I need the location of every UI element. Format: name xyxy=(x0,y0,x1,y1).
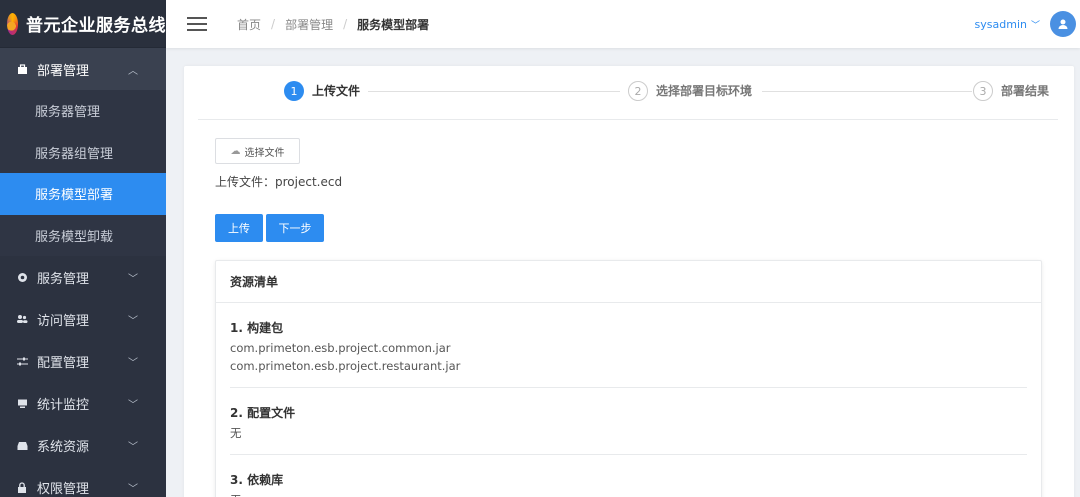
chevron-down-icon: ﹀ xyxy=(128,273,138,285)
step-2-number: 2 xyxy=(628,81,648,101)
briefcase-icon xyxy=(16,63,28,75)
resource-list-title: 资源清单 xyxy=(216,261,1041,303)
logo-icon xyxy=(7,12,18,35)
resource-section-title: 3. 依赖库 xyxy=(230,473,284,487)
monitor-icon xyxy=(16,398,28,409)
breadcrumb-current: 服务模型部署 xyxy=(357,17,430,32)
lock-icon xyxy=(16,481,28,493)
step-1-number: 1 xyxy=(284,81,304,101)
upload-button[interactable]: 上传 xyxy=(215,214,263,242)
top-header: 首页 / 部署管理 / 服务模型部署 sysadmin ﹀ xyxy=(166,0,1080,48)
next-step-button[interactable]: 下一步 xyxy=(266,214,324,242)
circle-icon xyxy=(16,272,28,283)
sliders-icon xyxy=(16,356,28,367)
resource-item: 无 xyxy=(230,491,1027,497)
user-name[interactable]: sysadmin xyxy=(975,18,1027,31)
chevron-down-icon: ﹀ xyxy=(128,399,138,411)
chevron-up-icon: ︿ xyxy=(128,65,138,77)
avatar[interactable] xyxy=(1050,11,1076,37)
step-3-title: 部署结果 xyxy=(1001,84,1050,98)
chevron-down-icon: ﹀ xyxy=(128,315,138,327)
sidebar-group-service[interactable]: 服务管理 ﹀ xyxy=(0,256,166,298)
breadcrumb-separator: / xyxy=(343,17,348,31)
resource-section-build: 1. 构建包 com.primeton.esb.project.common.j… xyxy=(230,303,1027,388)
sidebar-group-label: 部署管理 xyxy=(37,63,90,79)
sidebar-group-permission[interactable]: 权限管理 ﹀ xyxy=(0,466,166,497)
sidebar-group-label: 系统资源 xyxy=(37,439,90,455)
resource-section-title: 2. 配置文件 xyxy=(230,406,296,420)
sidebar-item-server-group-manage[interactable]: 服务器组管理 xyxy=(0,131,166,173)
resource-item: com.primeton.esb.project.common.jar xyxy=(230,341,451,355)
step-3-number: 3 xyxy=(973,81,993,101)
resource-list-panel: 资源清单 1. 构建包 com.primeton.esb.project.com… xyxy=(215,260,1042,497)
chevron-down-icon: ﹀ xyxy=(128,441,138,453)
breadcrumb-home[interactable]: 首页 xyxy=(237,16,261,33)
choose-file-label: 选择文件 xyxy=(244,147,285,159)
user-icon xyxy=(1058,19,1068,29)
step-connector xyxy=(762,91,972,92)
menu-toggle-icon[interactable] xyxy=(187,13,207,35)
step-1-title: 上传文件 xyxy=(312,84,361,98)
resource-item: com.primeton.esb.project.restaurant.jar xyxy=(230,359,461,373)
sidebar-item-model-undeploy[interactable]: 服务模型卸载 xyxy=(0,214,166,256)
resource-item: 无 xyxy=(230,426,242,440)
sidebar-group-deploy[interactable]: 部署管理 ︿ xyxy=(0,48,166,90)
drive-icon xyxy=(16,440,28,451)
breadcrumb-separator: / xyxy=(271,17,276,31)
sidebar-group-label: 权限管理 xyxy=(37,481,90,497)
users-icon xyxy=(16,314,28,324)
brand[interactable]: 普元企业服务总线 xyxy=(0,0,166,48)
sidebar-item-model-deploy[interactable]: 服务模型部署 xyxy=(0,173,166,215)
uploaded-file-info: 上传文件：project.ecd xyxy=(215,175,343,189)
sidebar-group-config[interactable]: 配置管理 ﹀ xyxy=(0,340,166,382)
step-connector xyxy=(368,91,620,92)
sidebar: 普元企业服务总线 部署管理 ︿ 服务器管理 服务器组管理 服务模型部署 服务模型… xyxy=(0,0,166,497)
sidebar-group-label: 统计监控 xyxy=(37,397,90,413)
sidebar-group-label: 访问管理 xyxy=(37,313,90,329)
chevron-down-icon: ﹀ xyxy=(128,357,138,369)
main-card: 1 上传文件 2 选择部署目标环境 3 部署结果 ☁ 选择文件 上传文件：pro… xyxy=(184,66,1074,497)
chevron-down-icon[interactable]: ﹀ xyxy=(1031,18,1040,31)
user-menu[interactable]: sysadmin ﹀ xyxy=(975,11,1076,37)
resource-section-title: 1. 构建包 xyxy=(230,321,284,335)
sidebar-item-server-manage[interactable]: 服务器管理 xyxy=(0,90,166,132)
sidebar-group-label: 服务管理 xyxy=(37,271,90,287)
sidebar-group-monitor[interactable]: 统计监控 ﹀ xyxy=(0,382,166,424)
resource-section-config: 2. 配置文件 无 xyxy=(230,388,1027,455)
cloud-upload-icon: ☁ xyxy=(230,145,241,157)
sidebar-group-resource[interactable]: 系统资源 ﹀ xyxy=(0,424,166,466)
steps-bar: 1 上传文件 2 选择部署目标环境 3 部署结果 xyxy=(198,66,1058,120)
sidebar-group-access[interactable]: 访问管理 ﹀ xyxy=(0,298,166,340)
sidebar-group-label: 配置管理 xyxy=(37,355,90,371)
breadcrumb-deploy[interactable]: 部署管理 xyxy=(285,16,333,33)
choose-file-button[interactable]: ☁ 选择文件 xyxy=(215,138,300,164)
resource-section-deps: 3. 依赖库 无 xyxy=(230,455,1027,497)
step-2-title: 选择部署目标环境 xyxy=(656,84,753,98)
brand-title: 普元企业服务总线 xyxy=(26,16,166,36)
chevron-down-icon: ﹀ xyxy=(128,483,138,495)
